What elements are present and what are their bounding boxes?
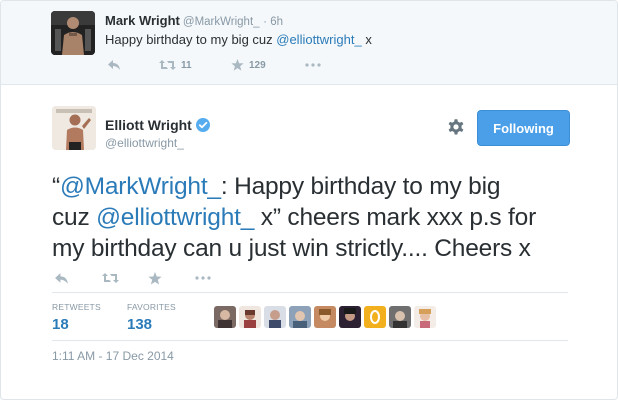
parent-text-prefix: Happy birthday to my big cuz (105, 32, 277, 47)
verified-icon (195, 118, 210, 132)
parent-tweet-text: Happy birthday to my big cuz @elliottwri… (105, 32, 372, 47)
tweet-line-2-rest: x” cheers mark xxx p.s for (254, 204, 537, 231)
favoriter-avatar[interactable] (339, 306, 361, 328)
favorite-icon[interactable] (148, 269, 162, 287)
favorite-button[interactable]: 129 (231, 57, 266, 73)
parent-text-suffix: x (361, 32, 372, 47)
favoriter-avatar[interactable] (314, 306, 336, 328)
stats-divider-bottom (52, 340, 568, 341)
favoriter-avatar[interactable] (364, 306, 386, 328)
open-quote: “ (52, 173, 60, 200)
tweet-card: Mark Wright @MarkWright_ · 6h Happy birth… (0, 0, 618, 400)
favoriter-avatar[interactable] (239, 306, 261, 328)
favoriter-avatar[interactable] (389, 306, 411, 328)
parent-author-name[interactable]: Mark Wright (105, 13, 180, 28)
main-author[interactable]: Elliott Wright (105, 117, 210, 133)
tweet-line-2: cuz @elliottwright_ x” cheers mark xxx p… (52, 202, 592, 233)
parent-actions: 11 129 (105, 57, 345, 73)
main-author-handle[interactable]: @elliottwright_ (105, 136, 184, 150)
retweets-stat[interactable]: RETWEETS 18 (52, 302, 101, 333)
following-button[interactable]: Following (477, 110, 570, 146)
retweet-icon[interactable] (102, 269, 119, 287)
favoriter-avatar[interactable] (289, 306, 311, 328)
parent-tweet-time[interactable]: · 6h (263, 16, 283, 28)
favoriter-avatar[interactable] (214, 306, 236, 328)
parent-retweet-count: 11 (181, 59, 192, 71)
favoriter-avatar[interactable] (414, 306, 436, 328)
stats-divider-top (52, 292, 568, 293)
mention-link-elliottwright[interactable]: @elliottwright_ (96, 204, 254, 231)
gear-icon[interactable] (446, 117, 466, 137)
tweet-line-2-prefix: cuz (52, 204, 97, 231)
parent-mention-link[interactable]: @elliottwright_ (276, 32, 361, 47)
favorites-label: FAVORITES (127, 302, 176, 312)
favorites-count[interactable]: 138 (127, 316, 176, 333)
main-author-name[interactable]: Elliott Wright (105, 117, 192, 133)
more-icon[interactable] (305, 57, 321, 73)
main-tweet-text: “@MarkWright_: Happy birthday to my big … (52, 171, 592, 264)
retweets-count[interactable]: 18 (52, 316, 101, 333)
parent-favorite-count: 129 (249, 59, 266, 71)
main-actions (52, 269, 252, 289)
tweet-line-1: “@MarkWright_: Happy birthday to my big (52, 171, 592, 202)
reply-icon[interactable] (54, 269, 69, 287)
tweet-line-3: my birthday can u just win strictly.... … (52, 235, 531, 262)
reply-icon[interactable] (107, 57, 121, 73)
parent-author-handle[interactable]: @MarkWright_ (183, 16, 260, 28)
favorite-icon (231, 59, 244, 71)
favoriter-avatar[interactable] (264, 306, 286, 328)
more-icon[interactable] (195, 269, 211, 287)
tweet-line-1-rest: : Happy birthday to my big (220, 173, 501, 200)
main-avatar[interactable] (52, 106, 96, 150)
parent-tweet[interactable]: Mark Wright @MarkWright_ · 6h Happy birth… (1, 1, 617, 85)
retweet-icon (159, 60, 176, 70)
tweet-timestamp[interactable]: 1:11 AM - 17 Dec 2014 (52, 349, 174, 363)
parent-author[interactable]: Mark Wright @MarkWright_ · 6h (105, 13, 283, 28)
favoriter-avatars (214, 306, 439, 330)
retweet-button[interactable]: 11 (159, 57, 192, 73)
favorites-stat[interactable]: FAVORITES 138 (127, 302, 176, 333)
parent-avatar[interactable] (51, 11, 95, 55)
mention-link-markwright[interactable]: @MarkWright_ (60, 173, 221, 200)
retweets-label: RETWEETS (52, 302, 101, 312)
